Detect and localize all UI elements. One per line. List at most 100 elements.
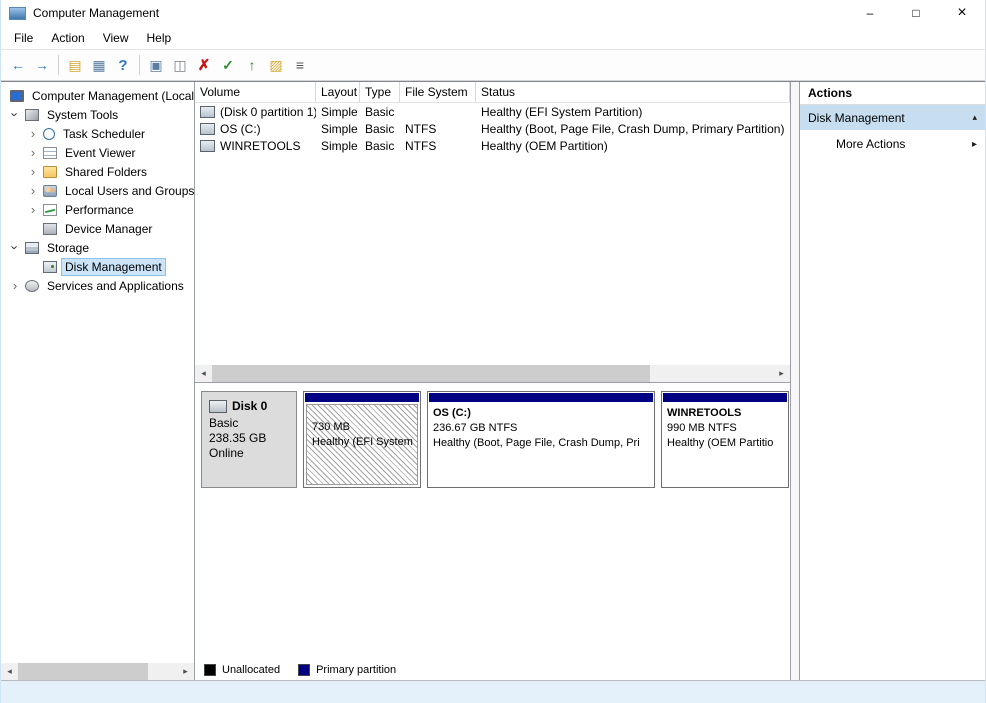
scrollbar-track[interactable]: [18, 663, 177, 680]
open-folder-icon[interactable]: ▨: [265, 54, 287, 76]
volume-type: Basic: [365, 104, 395, 119]
actions-panel-disk-management[interactable]: Disk Management: [800, 105, 985, 130]
table-row[interactable]: WINRETOOLS Simple Basic NTFS Healthy (OE…: [195, 137, 790, 154]
menu-action[interactable]: Action: [42, 29, 93, 47]
column-header-status[interactable]: Status: [476, 82, 790, 102]
partition-color-band: [305, 393, 419, 402]
partition-status: Healthy (Boot, Page File, Crash Dump, Pr…: [433, 437, 640, 449]
collapse-chevron-icon[interactable]: [972, 112, 977, 123]
help-icon[interactable]: ?: [112, 54, 134, 76]
partition-winretools[interactable]: WINRETOOLS 990 MB NTFS Healthy (OEM Part…: [661, 391, 789, 488]
partition-color-band: [663, 393, 787, 402]
volume-list-horizontal-scrollbar[interactable]: [195, 365, 790, 382]
volume-status: Healthy (Boot, Page File, Crash Dump, Pr…: [481, 121, 785, 136]
tree-item-label: Event Viewer: [65, 145, 136, 160]
unallocated-color-swatch: [204, 663, 216, 676]
up-one-level-icon[interactable]: ↑: [241, 54, 263, 76]
show-console-tree-icon[interactable]: ▦: [88, 54, 110, 76]
properties-icon[interactable]: ≡: [289, 54, 311, 76]
tree-item-label: Computer Management (Local): [32, 88, 195, 103]
expand-chevron-icon[interactable]: [7, 278, 23, 293]
maximize-button[interactable]: □: [893, 0, 939, 26]
column-header-layout[interactable]: Layout: [316, 82, 360, 102]
tree-item-shared-folders[interactable]: Shared Folders: [1, 162, 194, 181]
window-icon[interactable]: ▣: [145, 54, 167, 76]
forward-icon[interactable]: →: [31, 54, 53, 76]
partition-status: Healthy (EFI System: [312, 436, 413, 448]
tree-item-label: Shared Folders: [65, 164, 148, 179]
tree-item-event-viewer[interactable]: Event Viewer: [1, 143, 194, 162]
computer-icon: [10, 89, 24, 102]
volume-list: Volume Layout Type File System Status (D…: [195, 82, 790, 365]
menu-help[interactable]: Help: [138, 29, 181, 47]
partition-size: 730 MB: [312, 421, 350, 433]
menu-bar: File Action View Help: [1, 26, 985, 49]
tree-item-computer-management[interactable]: Computer Management (Local): [1, 86, 194, 105]
tree-item-local-users-groups[interactable]: Local Users and Groups: [1, 181, 194, 200]
scrollbar-thumb[interactable]: [212, 365, 650, 382]
legend-primary-partition: Primary partition: [298, 663, 396, 676]
export-list-icon[interactable]: ▤: [64, 54, 86, 76]
minimize-button[interactable]: –: [847, 0, 893, 26]
partition-color-band: [429, 393, 653, 402]
disk-0-info[interactable]: Disk 0 Basic 238.35 GB Online: [201, 391, 297, 488]
column-header-file-system[interactable]: File System: [400, 82, 476, 102]
partition-status: Healthy (OEM Partitio: [667, 437, 774, 449]
tree-item-system-tools[interactable]: System Tools: [1, 105, 194, 124]
tree-item-task-scheduler[interactable]: Task Scheduler: [1, 124, 194, 143]
scroll-left-icon[interactable]: [1, 663, 18, 680]
computer-management-window: Computer Management – □ × File Action Vi…: [0, 0, 986, 703]
check-disk-icon[interactable]: ✓: [217, 54, 239, 76]
tree-horizontal-scrollbar[interactable]: [1, 663, 194, 680]
partition-efi-system[interactable]: 730 MB Healthy (EFI System: [303, 391, 421, 488]
actions-pane: Actions Disk Management More Actions: [799, 82, 985, 680]
table-row[interactable]: OS (C:) Simple Basic NTFS Healthy (Boot,…: [195, 120, 790, 137]
disk-name: Disk 0: [232, 399, 268, 413]
scroll-left-icon[interactable]: [195, 365, 212, 382]
menu-view[interactable]: View: [94, 29, 138, 47]
menu-file[interactable]: File: [5, 29, 42, 47]
pane-splitter[interactable]: [791, 82, 799, 680]
scroll-right-icon[interactable]: [773, 365, 790, 382]
delete-volume-icon[interactable]: ✗: [193, 54, 215, 76]
close-button[interactable]: ×: [939, 0, 985, 26]
table-row[interactable]: (Disk 0 partition 1) Simple Basic Health…: [195, 103, 790, 120]
disk-0-row: Disk 0 Basic 238.35 GB Online 730 MB Hea…: [201, 391, 790, 488]
expand-chevron-icon[interactable]: [7, 240, 23, 255]
expand-chevron-icon[interactable]: [25, 164, 41, 179]
tree-item-label: Performance: [65, 202, 134, 217]
flyout-arrow-icon: [972, 139, 977, 150]
disk-type: Basic: [209, 416, 239, 430]
volume-type: Basic: [365, 138, 395, 153]
tree-item-device-manager[interactable]: Device Manager: [1, 219, 194, 238]
task-scheduler-icon: [43, 127, 55, 140]
column-header-type[interactable]: Type: [360, 82, 400, 102]
tree-item-performance[interactable]: Performance: [1, 200, 194, 219]
scrollbar-thumb[interactable]: [18, 663, 149, 680]
toolbar-separator: [58, 55, 59, 75]
back-icon[interactable]: ←: [7, 54, 29, 76]
scroll-right-icon[interactable]: [177, 663, 194, 680]
more-actions-item[interactable]: More Actions: [800, 132, 985, 156]
titlebar[interactable]: Computer Management – □ ×: [1, 0, 985, 26]
tree-item-storage[interactable]: Storage: [1, 238, 194, 257]
device-manager-icon: [43, 222, 57, 235]
comment-icon[interactable]: ◫: [169, 54, 191, 76]
expand-chevron-icon[interactable]: [25, 126, 41, 141]
tree-item-label: System Tools: [47, 107, 119, 122]
actions-panel-label: Disk Management: [808, 110, 905, 125]
partition-details: OS (C:) 236.67 GB NTFS Healthy (Boot, Pa…: [428, 403, 654, 487]
column-header-volume[interactable]: Volume: [195, 82, 316, 102]
services-icon: [25, 279, 39, 292]
console-tree-pane: Computer Management (Local) System Tools…: [1, 82, 195, 680]
expand-chevron-icon[interactable]: [25, 202, 41, 217]
partition-os-c[interactable]: OS (C:) 236.67 GB NTFS Healthy (Boot, Pa…: [427, 391, 655, 488]
volume-type: Basic: [365, 121, 395, 136]
tree-item-services-applications[interactable]: Services and Applications: [1, 276, 194, 295]
expand-chevron-icon[interactable]: [25, 145, 41, 160]
expand-chevron-icon[interactable]: [25, 183, 41, 198]
tree-item-disk-management[interactable]: Disk Management: [1, 257, 194, 276]
scrollbar-track[interactable]: [212, 365, 773, 382]
volume-layout: Simple: [321, 121, 358, 136]
expand-chevron-icon[interactable]: [7, 107, 23, 122]
